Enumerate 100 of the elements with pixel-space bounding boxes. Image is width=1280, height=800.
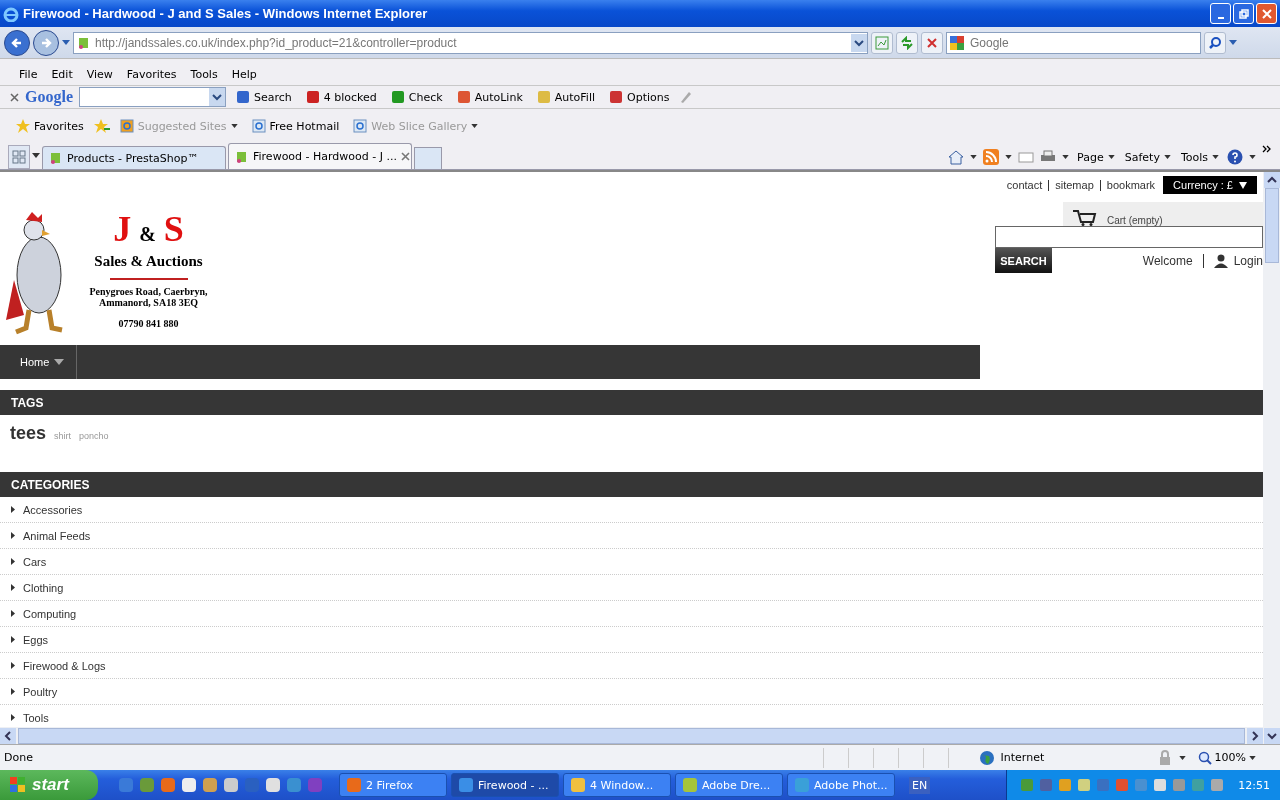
quick-launch-icon[interactable] (202, 777, 218, 793)
tag-link[interactable]: tees (10, 423, 47, 444)
command-menu[interactable]: Safety (1122, 150, 1173, 164)
chevron-icon[interactable] (1262, 145, 1272, 153)
tray-icon[interactable] (1152, 777, 1169, 793)
toolbar-button[interactable]: 4 blocked (301, 90, 381, 104)
pencil-icon[interactable] (679, 90, 694, 104)
dropdown-icon[interactable] (851, 33, 867, 52)
scroll-down-icon[interactable] (1263, 728, 1280, 744)
browser-tab[interactable]: Products - PrestaShop™ (42, 146, 226, 169)
scroll-right-icon[interactable] (1247, 727, 1263, 744)
caret-icon[interactable] (970, 155, 978, 159)
search-field[interactable] (995, 226, 1263, 248)
login-link[interactable]: Login (1233, 253, 1263, 268)
help-icon[interactable] (1227, 149, 1243, 165)
globe-icon (978, 749, 995, 766)
menu-item[interactable]: Help (224, 67, 264, 81)
search-button[interactable] (1204, 31, 1226, 54)
toolbar-button[interactable]: AutoFill (532, 90, 599, 104)
quick-launch-icon[interactable] (223, 777, 239, 793)
category-link[interactable]: Eggs (23, 633, 49, 646)
page-icon (235, 149, 249, 164)
caret-icon[interactable] (1178, 755, 1186, 760)
caret-icon[interactable] (1062, 155, 1070, 159)
taskbar-button[interactable]: Adobe Dre... (675, 773, 783, 797)
toolbar-button[interactable]: Options (605, 90, 674, 104)
taskbar-button[interactable]: 4 Window... (563, 773, 671, 797)
command-menu[interactable]: Tools (1178, 150, 1221, 164)
toolbar-button[interactable]: Search (232, 90, 296, 104)
command-menu[interactable]: Page (1075, 150, 1117, 164)
taskbar-button[interactable]: 2 Firefox (339, 773, 447, 797)
menu-item[interactable]: Tools (183, 67, 225, 81)
scroll-up-icon[interactable] (1263, 172, 1280, 188)
rss-icon[interactable] (983, 149, 1000, 165)
caret-icon[interactable] (1229, 40, 1237, 45)
mail-icon[interactable] (1018, 149, 1035, 165)
menu-item[interactable]: File (12, 67, 45, 81)
scrollbar-thumb[interactable] (1264, 188, 1279, 263)
restore-button[interactable] (1233, 3, 1254, 24)
stop-button[interactable] (921, 31, 943, 54)
close-icon[interactable] (401, 152, 410, 161)
header-link[interactable]: sitemap (1055, 179, 1094, 191)
category-link[interactable]: Cars (23, 555, 47, 568)
add-favorite-icon[interactable] (93, 118, 110, 134)
tray-icon[interactable] (1038, 777, 1055, 793)
menu-item[interactable]: Favorites (119, 67, 184, 81)
browser-tab[interactable]: Firewood - Hardwood - J ... (228, 143, 412, 169)
search-field[interactable]: Google (946, 31, 1201, 54)
category-link[interactable]: Clothing (23, 581, 64, 594)
refresh-icon (900, 35, 914, 50)
window-title: Firewood - Hardwood - J and S Sales - Windows Internet Explorer (23, 6, 428, 21)
caret-icon[interactable] (1005, 155, 1013, 159)
favorites-button[interactable]: Favorites (12, 119, 88, 133)
zoom-button[interactable]: 100% (1191, 749, 1262, 766)
toolbar-button[interactable]: Check (386, 90, 447, 104)
google-logo[interactable]: Google (25, 88, 73, 106)
category-link[interactable]: Tools (23, 711, 49, 724)
refresh-button[interactable] (896, 31, 918, 54)
taskbar-button[interactable]: Adobe Phot... (787, 773, 895, 797)
menu-item[interactable]: View (79, 67, 120, 81)
address-field[interactable]: http://jandssales.co.uk/index.php?id_product=21&controller=product (73, 31, 868, 54)
close-icon[interactable] (10, 92, 19, 102)
caret-icon[interactable] (1249, 155, 1256, 159)
home-icon[interactable] (948, 149, 965, 165)
logo-address: Ammanord, SA18 3EQ (98, 297, 199, 308)
forward-button[interactable] (33, 29, 59, 56)
toolbar-button[interactable]: AutoLink (452, 90, 527, 104)
caret-icon (471, 124, 479, 128)
quick-launch-icon[interactable] (181, 777, 197, 793)
quick-launch-icon[interactable] (265, 777, 281, 793)
menu-item[interactable]: Edit (44, 67, 80, 81)
language-indicator[interactable]: EN (909, 776, 931, 794)
app-icon (682, 777, 698, 793)
favorite-link[interactable]: Free Hotmail (247, 119, 344, 133)
header-link[interactable]: contact (1006, 179, 1043, 191)
header-link[interactable]: bookmark (1106, 179, 1156, 191)
caret-icon[interactable] (32, 152, 40, 158)
scroll-left-icon[interactable] (0, 727, 16, 744)
cart-box[interactable]: Cart (empty) (1063, 202, 1263, 226)
close-icon (1261, 8, 1272, 19)
category-link[interactable]: Animal Feeds (23, 529, 91, 542)
back-button[interactable] (4, 29, 30, 56)
search-button[interactable]: SEARCH (995, 248, 1052, 273)
currency-selector[interactable]: Currency : £ (1163, 176, 1257, 194)
tray-icon[interactable] (1076, 777, 1093, 793)
category-link[interactable]: Computing (23, 607, 77, 620)
taskbar-button[interactable]: Firewood - ... (451, 773, 559, 797)
nav-item[interactable]: Home (0, 345, 78, 379)
close-button[interactable] (1256, 3, 1277, 24)
category-link[interactable]: Accessories (23, 503, 83, 516)
dropdown-icon[interactable] (209, 88, 225, 106)
caret-icon[interactable] (62, 40, 70, 45)
new-tab-button[interactable] (414, 147, 442, 169)
google-search-field[interactable] (79, 87, 226, 107)
vertical-scrollbar[interactable] (1263, 172, 1280, 744)
bullet-icon (11, 636, 15, 643)
category-link[interactable]: Firewood & Logs (23, 659, 106, 672)
category-link[interactable]: Poultry (23, 685, 58, 698)
star-icon (16, 119, 30, 133)
minimize-button[interactable] (1210, 3, 1231, 24)
